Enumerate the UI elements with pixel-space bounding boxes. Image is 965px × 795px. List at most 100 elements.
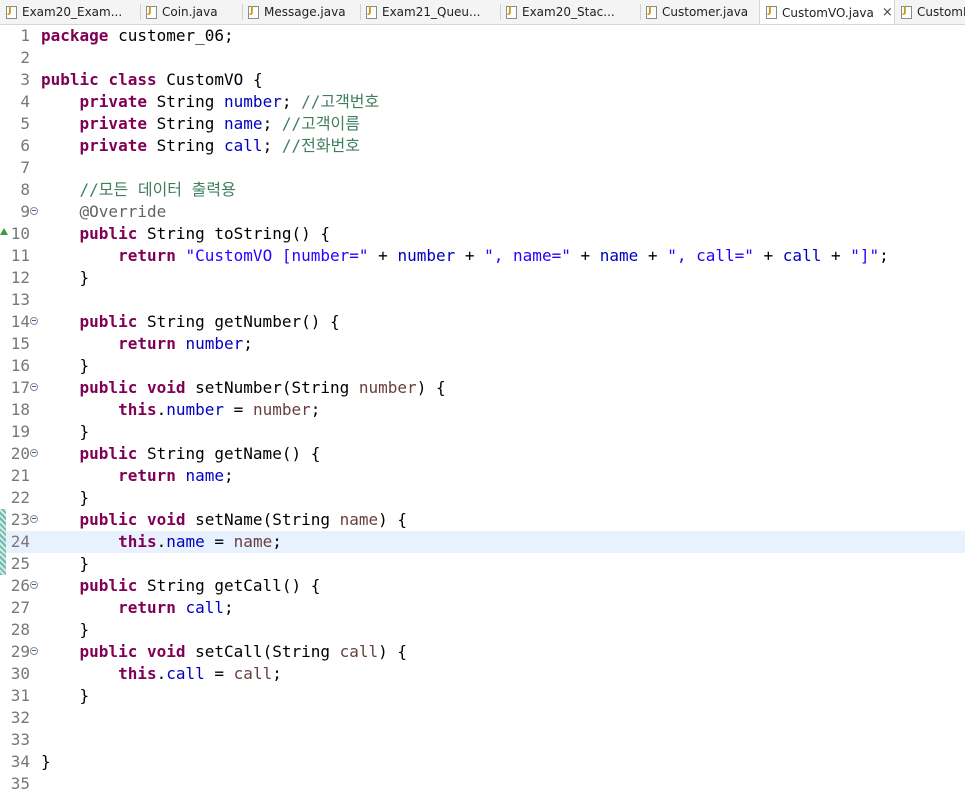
- comment-token: //고객번호: [301, 92, 380, 111]
- line-number: 26: [10, 576, 30, 595]
- close-icon[interactable]: ×: [882, 5, 893, 20]
- code-line[interactable]: 19 }: [0, 421, 965, 443]
- editor-tab[interactable]: CustomIn: [895, 0, 965, 24]
- parameter-token: call: [233, 664, 273, 683]
- code-token: ;: [281, 92, 302, 111]
- line-number: 27: [10, 598, 30, 617]
- line-number: 6: [20, 136, 30, 155]
- code-token: +: [638, 246, 668, 265]
- code-line[interactable]: 16 }: [0, 355, 965, 377]
- code-line[interactable]: 30 this.call = call;: [0, 663, 965, 685]
- code-line[interactable]: 29 public void setCall(String call) {: [0, 641, 965, 663]
- code-text: }: [41, 553, 90, 575]
- code-line[interactable]: 3 public class CustomVO {: [0, 69, 965, 91]
- code-line[interactable]: 23 public void setName(String name) {: [0, 509, 965, 531]
- fold-collapse-icon[interactable]: [30, 515, 38, 523]
- tab-label: Exam21_Queu...: [382, 5, 481, 19]
- fold-collapse-icon[interactable]: [30, 647, 38, 655]
- line-number: 21: [10, 466, 30, 485]
- keyword-token: this: [118, 532, 157, 551]
- line-number: 12: [10, 268, 30, 287]
- editor-tab[interactable]: Exam20_Exam...: [0, 0, 140, 24]
- line-number: 31: [10, 686, 30, 705]
- code-line[interactable]: 26 public String getCall() {: [0, 575, 965, 597]
- parameter-token: number: [252, 400, 311, 419]
- code-line[interactable]: 28 }: [0, 619, 965, 641]
- keyword-token: private: [79, 114, 147, 133]
- line-number: 15: [10, 334, 30, 353]
- code-token: }: [41, 554, 90, 573]
- editor-tab[interactable]: CustomVO.java ×: [759, 0, 895, 24]
- code-line[interactable]: 11 return "CustomVO [number=" + number +…: [0, 245, 965, 267]
- code-line[interactable]: 24 this.name = name;: [0, 531, 965, 553]
- code-token: }: [41, 620, 90, 639]
- fold-collapse-icon[interactable]: [30, 581, 38, 589]
- java-file-icon: [506, 5, 517, 19]
- code-line[interactable]: 14 public String getNumber() {: [0, 311, 965, 333]
- code-line[interactable]: 18 this.number = number;: [0, 399, 965, 421]
- code-line[interactable]: 2: [0, 47, 965, 69]
- code-line[interactable]: 25 }: [0, 553, 965, 575]
- fold-collapse-icon[interactable]: [30, 383, 38, 391]
- code-text: }: [41, 421, 90, 443]
- fold-collapse-icon[interactable]: [30, 317, 38, 325]
- code-line[interactable]: 12 }: [0, 267, 965, 289]
- java-file-icon: [6, 5, 17, 19]
- editor-tab[interactable]: Exam21_Queu...: [360, 0, 500, 24]
- editor-tab[interactable]: Customer.java: [640, 0, 759, 24]
- line-number: 9: [20, 202, 30, 221]
- keyword-token: package: [41, 26, 109, 45]
- line-number: 5: [20, 114, 30, 133]
- line-number: 22: [10, 488, 30, 507]
- line-number: 25: [10, 554, 30, 573]
- code-line[interactable]: 34}: [0, 751, 965, 773]
- parameter-token: name: [339, 510, 379, 529]
- code-line[interactable]: 6 private String call; //전화번호: [0, 135, 965, 157]
- code-line[interactable]: 9 @Override: [0, 201, 965, 223]
- line-number: 17: [10, 378, 30, 397]
- code-token: ) {: [378, 642, 408, 661]
- code-line[interactable]: 8 //모든 데이터 출력용: [0, 179, 965, 201]
- code-line[interactable]: 22 }: [0, 487, 965, 509]
- code-token: String: [146, 92, 225, 111]
- code-text: //모든 데이터 출력용: [41, 179, 236, 201]
- line-number: 19: [10, 422, 30, 441]
- code-line[interactable]: 17 public void setNumber(String number) …: [0, 377, 965, 399]
- code-token: CustomVO {: [156, 70, 263, 89]
- code-line[interactable]: 1 package customer_06;: [0, 25, 965, 47]
- code-line[interactable]: 32: [0, 707, 965, 729]
- keyword-token: return: [118, 334, 176, 353]
- code-line[interactable]: 7: [0, 157, 965, 179]
- code-editor[interactable]: 1 package customer_06; 2 3 public class Cust…: [0, 25, 965, 793]
- editor-tab[interactable]: Coin.java: [140, 0, 242, 24]
- fold-collapse-icon[interactable]: [30, 207, 38, 215]
- line-number: 18: [10, 400, 30, 419]
- code-line[interactable]: 31 }: [0, 685, 965, 707]
- code-line[interactable]: 10 public String toString() {: [0, 223, 965, 245]
- code-line[interactable]: 21 return name;: [0, 465, 965, 487]
- code-line[interactable]: 20 public String getName() {: [0, 443, 965, 465]
- editor-tab[interactable]: Exam20_Stac...: [500, 0, 640, 24]
- fold-collapse-icon[interactable]: [30, 449, 38, 457]
- line-number: 7: [20, 158, 30, 177]
- code-token: .: [156, 532, 167, 551]
- code-line[interactable]: 15 return number;: [0, 333, 965, 355]
- code-line[interactable]: 33: [0, 729, 965, 751]
- code-line[interactable]: 4 private String number; //고객번호: [0, 91, 965, 113]
- editor-tab[interactable]: Message.java: [242, 0, 360, 24]
- code-token: =: [224, 400, 253, 419]
- code-line[interactable]: 13: [0, 289, 965, 311]
- code-line[interactable]: 5 private String name; //고객이름: [0, 113, 965, 135]
- code-text: return call;: [41, 597, 234, 619]
- code-line[interactable]: 27 return call;: [0, 597, 965, 619]
- line-number: 3: [20, 70, 30, 89]
